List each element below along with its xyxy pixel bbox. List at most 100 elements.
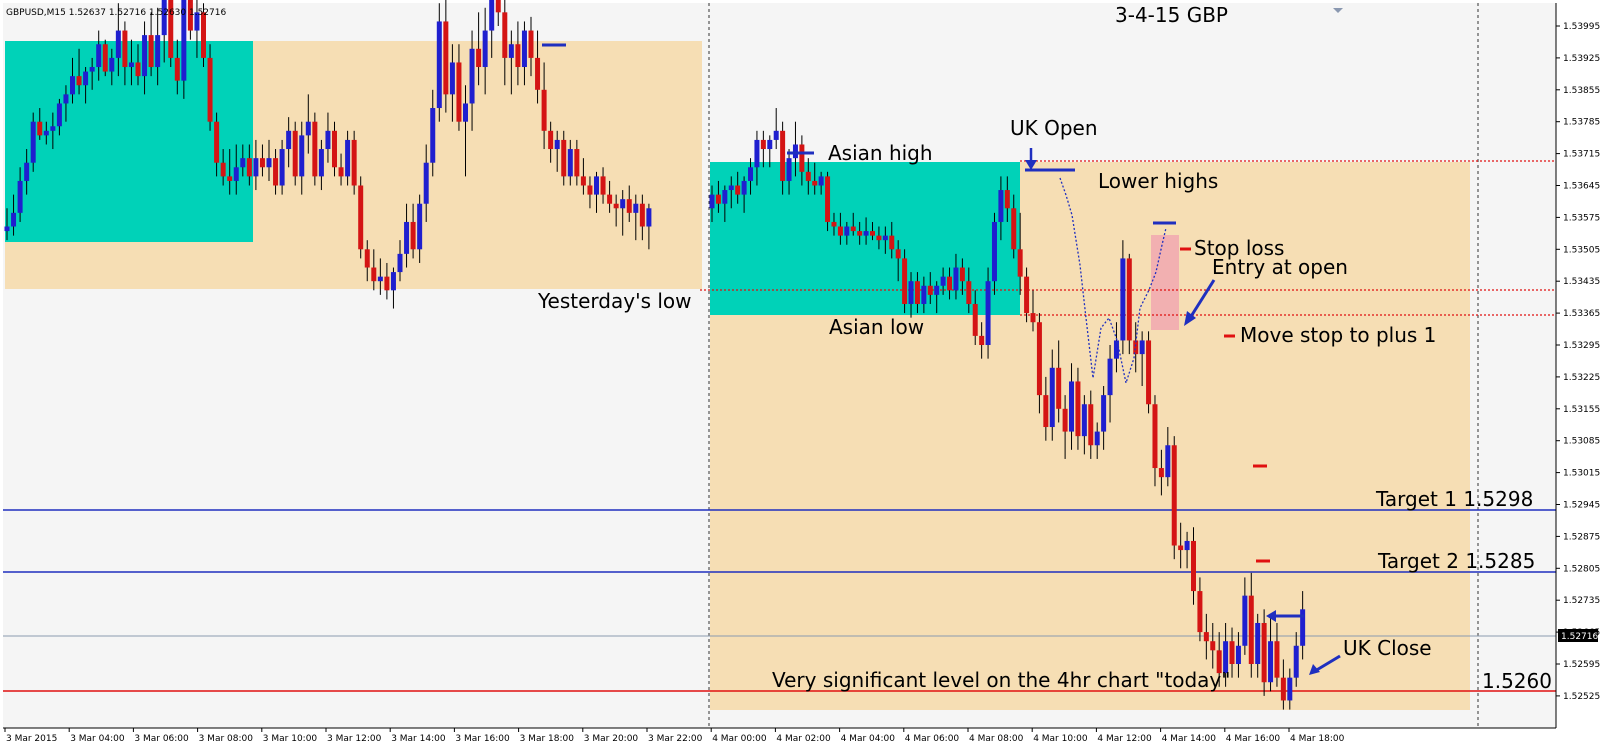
candle-body: [934, 285, 940, 295]
candle-body: [207, 57, 213, 122]
candle-body: [1268, 641, 1274, 683]
time-tick-label: 3 Mar 20:00: [584, 734, 639, 744]
candle-body: [767, 139, 773, 150]
uk-close-label: UK Close: [1343, 636, 1432, 660]
candle-body: [1146, 340, 1152, 405]
chart-window[interactable]: GBPUSD,M15 1.52637 1.52716 1.52630 1.527…: [0, 0, 1600, 749]
time-tick-label: 3 Mar 06:00: [134, 734, 189, 744]
candle-body: [1235, 645, 1241, 664]
candle-body: [722, 190, 728, 204]
time-tick-label: 3 Mar 18:00: [520, 734, 575, 744]
candle-body: [715, 194, 721, 204]
price-tick-label: 1.53575: [1563, 213, 1600, 223]
candle-body: [312, 121, 318, 177]
candle-body: [1191, 540, 1196, 592]
time-tick-label: 3 Mar 12:00: [327, 734, 382, 744]
candle: [1146, 331, 1152, 414]
candle-body: [567, 149, 573, 177]
candle-body: [1056, 367, 1062, 409]
candle-body: [541, 89, 547, 131]
candle-body: [115, 30, 121, 58]
candle-body: [1088, 404, 1094, 446]
candle-body: [748, 167, 754, 181]
candle-body: [844, 226, 850, 236]
candle-body: [305, 121, 311, 136]
price-tick-label: 1.52735: [1563, 596, 1600, 606]
candle-body: [253, 158, 259, 177]
candle-body: [895, 249, 901, 259]
candle-body: [966, 281, 972, 304]
candle-body: [63, 94, 69, 104]
candle-body: [4, 226, 10, 232]
candle-body: [318, 149, 324, 177]
candle-body: [1094, 431, 1100, 446]
candle-body: [286, 130, 292, 150]
time-tick-label: 4 Mar 06:00: [905, 734, 960, 744]
candle-body: [76, 76, 82, 86]
entry-label: Entry at open: [1212, 255, 1348, 279]
candle-body: [279, 149, 285, 186]
price-tick-label: 1.53855: [1563, 86, 1600, 96]
candle-body: [390, 272, 396, 291]
candle-body: [882, 235, 888, 241]
candle-body: [273, 158, 279, 186]
candle-body: [128, 62, 134, 68]
candle-body: [430, 108, 436, 163]
candle-body: [1017, 249, 1023, 277]
candle-body: [870, 231, 875, 236]
candle-body: [786, 158, 792, 181]
candle-body: [233, 167, 239, 181]
candle-body: [554, 139, 560, 150]
candle-body: [449, 62, 455, 95]
candle-body: [443, 21, 449, 95]
candle-body: [876, 235, 882, 241]
candle-body: [469, 48, 475, 104]
candle-body: [927, 285, 933, 295]
candle-body: [1004, 190, 1010, 209]
price-tick-label: 1.52805: [1563, 564, 1600, 574]
chart-canvas[interactable]: GBPUSD,M15 1.52637 1.52716 1.52630 1.527…: [0, 0, 1600, 749]
candle-body: [837, 226, 843, 236]
candle-body: [613, 203, 619, 209]
candle-body: [528, 30, 534, 58]
candle-body: [633, 203, 639, 213]
candle-body: [908, 281, 914, 304]
price-tick-label: 1.53295: [1563, 341, 1600, 351]
candle-body: [155, 35, 161, 68]
candle-body: [436, 21, 442, 109]
time-tick-label: 4 Mar 10:00: [1033, 734, 1088, 744]
candle-body: [1197, 591, 1203, 633]
price-tick-label: 1.53785: [1563, 118, 1600, 128]
candle-body: [1133, 340, 1139, 355]
price-tick-label: 1.53925: [1563, 54, 1600, 64]
time-tick-label: 4 Mar 08:00: [969, 734, 1024, 744]
candle-body: [423, 162, 429, 204]
price-tick-label: 1.53505: [1563, 245, 1600, 255]
candle-body: [780, 130, 786, 181]
price-tick-label: 1.53435: [1563, 277, 1600, 287]
candle-body: [1178, 545, 1184, 551]
price-tick-label: 1.52595: [1563, 660, 1600, 670]
candle-body: [201, 12, 206, 58]
current-price-tag: 1.52716: [1561, 632, 1598, 642]
candle-body: [914, 281, 920, 304]
candle-body: [773, 130, 779, 140]
candle-body: [1210, 641, 1216, 651]
candle-body: [991, 221, 997, 282]
candle-body: [709, 194, 715, 209]
candle-body: [626, 199, 632, 213]
yesterdays-low-label: Yesterday's low: [537, 289, 692, 313]
candle-body: [325, 130, 331, 150]
price-tick-label: 1.53155: [1563, 405, 1600, 415]
candle-body: [404, 221, 410, 254]
candle-body: [857, 231, 863, 236]
candle-body: [1274, 641, 1280, 678]
candle-body: [17, 180, 23, 213]
candle-body: [495, 0, 501, 13]
candle-body: [1139, 340, 1145, 355]
candle-body: [410, 221, 416, 250]
uk-open-label: UK Open: [1010, 116, 1098, 140]
price-tick-label: 1.53645: [1563, 182, 1600, 192]
candle-body: [37, 121, 43, 136]
candle-body: [594, 176, 599, 195]
